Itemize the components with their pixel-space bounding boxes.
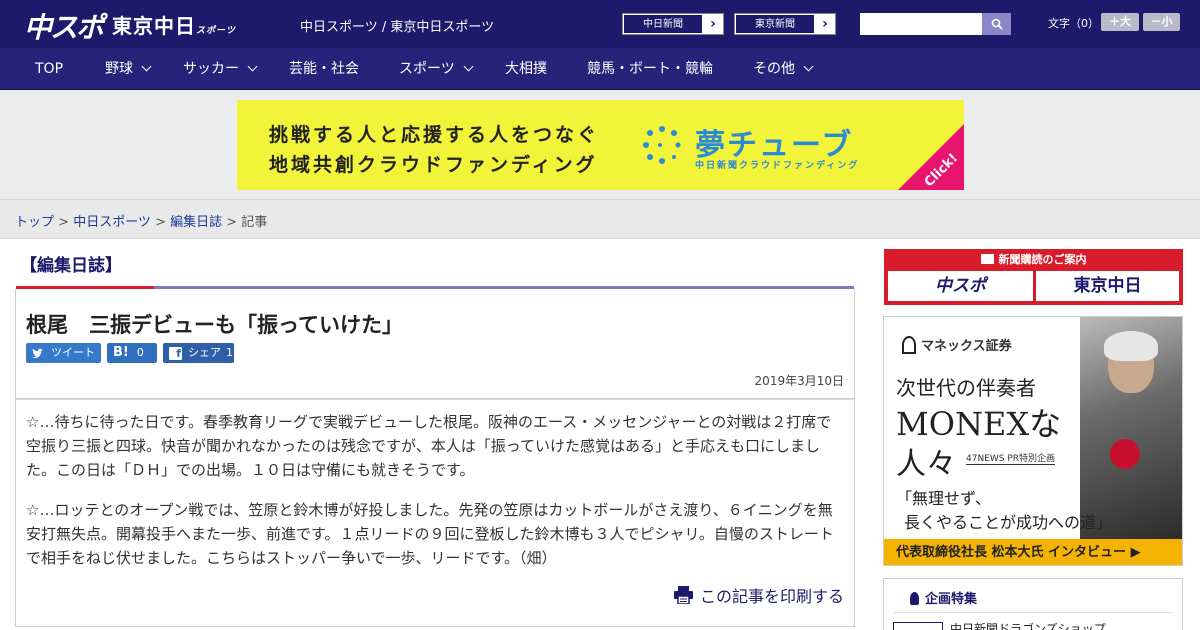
breadcrumb: トップ > 中日スポーツ > 編集日誌 > 記事: [15, 211, 267, 230]
facebook-share-button[interactable]: f シェア 1: [163, 343, 234, 363]
breadcrumb-sep: >: [54, 215, 74, 230]
banner-brand-sub: 中日新聞クラウドファンディング: [695, 161, 860, 171]
chevron-down-icon: [463, 61, 474, 72]
nav-item-label: 芸能・社会: [289, 61, 359, 77]
interview-photo: [1080, 317, 1182, 539]
subscribe-chuspo-logo[interactable]: 中スポ: [888, 271, 1033, 301]
ext-link-label: 東京新聞: [735, 14, 815, 34]
ad-pr-label: 47NEWS PR特別企画: [966, 451, 1056, 465]
breadcrumb-editorial-diary[interactable]: 編集日誌: [170, 215, 222, 230]
font-larger-button[interactable]: ＋大: [1101, 13, 1139, 31]
article-headline: 根尾 三振デビューも「振っていけた」: [26, 313, 403, 337]
facebook-count: 1: [226, 346, 233, 359]
section-title: 【編集日誌】: [20, 256, 122, 276]
chevron-right-icon: ›: [822, 16, 828, 32]
search-input[interactable]: [860, 13, 982, 35]
ad-brand-text: マネックス証券: [921, 339, 1012, 354]
nav-item-label: 競馬・ボート・競輪: [587, 61, 713, 77]
pin-icon: [910, 592, 919, 605]
nav-item-soccer[interactable]: サッカー: [183, 48, 258, 90]
logo-tokyo-small: スポーツ: [196, 26, 236, 36]
hatena-count: 0: [136, 346, 144, 359]
nav-item-label: TOP: [35, 61, 64, 77]
print-label: この記事を印刷する: [700, 587, 845, 606]
ad-footer: 代表取締役社長 松本大氏 インタビュー ▶: [884, 539, 1182, 565]
top-header: 中スポ 東京中日スポーツ 中日スポーツ / 東京中日スポーツ 中日新聞 › 東京…: [0, 0, 1200, 48]
print-article-link[interactable]: この記事を印刷する: [674, 583, 844, 607]
banner-line-2: 地域共創クラウドファンディング: [269, 154, 598, 176]
twitter-bird-icon: [32, 348, 43, 358]
nav-item-label: 大相撲: [505, 61, 547, 77]
nav-item-label: 野球: [105, 61, 133, 77]
font-smaller-button[interactable]: －小: [1143, 13, 1180, 31]
newspaper-icon: [980, 254, 994, 264]
nav-item-sumo[interactable]: 大相撲: [505, 48, 547, 90]
article-paragraph: ☆…待ちに待った日です。春季教育リーグで実戦デビューした根尾。阪神のエース・メッ…: [26, 413, 832, 479]
feature-thumbnail[interactable]: [893, 622, 943, 630]
feature-title: 企画特集: [910, 588, 977, 607]
crowdfunding-banner[interactable]: 挑戦する人と応援する人をつなぐ 地域共創クラウドファンディング 夢チューブ 中日…: [237, 100, 964, 190]
article-paragraph: ☆…ロッテとのオープン戦では、笠原と鈴木博が好投しました。先発の笠原はカットボー…: [26, 501, 834, 567]
feature-title-text: 企画特集: [925, 592, 978, 607]
feature-item-link[interactable]: 中日新聞ドラゴンズショップ: [950, 620, 1106, 630]
facebook-share-label: シェア: [188, 346, 221, 359]
tokyo-shimbun-link[interactable]: 東京新聞 ›: [734, 13, 836, 35]
nav-item-entertainment[interactable]: 芸能・社会: [289, 48, 359, 90]
hatena-bookmark-button[interactable]: B! 0: [107, 343, 157, 363]
article-date: 2019年3月10日: [754, 374, 844, 388]
search-icon: [991, 18, 1003, 30]
subscription-title: 新聞購読のご案内: [884, 251, 1183, 267]
font-size-label: 文字（0）: [1048, 17, 1099, 30]
nav-item-racing[interactable]: 競馬・ボート・競輪: [587, 48, 713, 90]
dots-logo-icon: [643, 126, 681, 164]
ad-headline-1: 次世代の伴奏者: [896, 376, 1036, 400]
divider: [893, 612, 1173, 613]
subscription-box[interactable]: 新聞購読のご案内 中スポ 東京中日: [884, 249, 1183, 305]
ext-link-label: 中日新聞: [623, 14, 703, 34]
banner-area: 挑戦する人と応援する人をつなぐ 地域共創クラウドファンディング 夢チューブ 中日…: [0, 90, 1200, 200]
ad-headline-3: 人々: [896, 447, 956, 482]
monex-logo-icon: [902, 336, 916, 354]
tweet-button[interactable]: ツイート: [26, 343, 101, 363]
ad-brand: マネックス証券: [902, 335, 1012, 354]
ad-quote-1: 「無理せず、: [896, 489, 991, 508]
breadcrumb-chunichi-sports[interactable]: 中日スポーツ: [73, 215, 151, 230]
facebook-icon: f: [169, 346, 182, 360]
nav-item-baseball[interactable]: 野球: [105, 48, 152, 90]
monex-ad[interactable]: マネックス証券 次世代の伴奏者 MONEXな 人々 47NEWS PR特別企画 …: [883, 316, 1183, 566]
chevron-down-icon: [247, 61, 258, 72]
nav-item-top[interactable]: TOP: [35, 48, 63, 90]
subscribe-tokyo-chunichi-logo[interactable]: 東京中日: [1036, 271, 1179, 301]
printer-icon: [674, 586, 693, 604]
chunichi-shimbun-link[interactable]: 中日新聞 ›: [622, 13, 724, 35]
site-logo-tokyo[interactable]: 東京中日スポーツ: [112, 10, 236, 39]
search-button[interactable]: [982, 13, 1011, 35]
nav-item-label: その他: [753, 61, 795, 77]
chevron-down-icon: [803, 61, 814, 72]
nav-item-other[interactable]: その他: [753, 48, 814, 90]
chevron-down-icon: [141, 61, 152, 72]
site-title-link[interactable]: 中日スポーツ / 東京中日スポーツ: [300, 16, 494, 35]
banner-line-1: 挑戦する人と応援する人をつなぐ: [269, 124, 600, 146]
photo-hair: [1104, 331, 1158, 361]
main-nav: TOP 野球 サッカー 芸能・社会 スポーツ 大相撲 競馬・ボート・競輪 その他: [0, 48, 1200, 90]
site-logo[interactable]: 中スポ: [24, 6, 104, 46]
tweet-label: ツイート: [51, 346, 95, 359]
ad-quote-2: 長くやることが成功への道」: [904, 513, 1113, 532]
hatena-b-icon: B!: [113, 345, 129, 360]
breadcrumb-current: 記事: [241, 215, 268, 230]
photo-flower: [1110, 439, 1140, 469]
breadcrumb-sep: >: [150, 215, 171, 230]
breadcrumb-top[interactable]: トップ: [15, 215, 54, 230]
nav-item-label: サッカー: [183, 61, 239, 77]
logo-tokyo-text: 東京中日: [112, 14, 196, 38]
nav-item-sports[interactable]: スポーツ: [399, 48, 474, 90]
chevron-right-icon: ›: [710, 16, 716, 32]
breadcrumb-sep: >: [222, 215, 242, 230]
subscription-title-text: 新聞購読のご案内: [998, 253, 1087, 266]
nav-item-label: スポーツ: [399, 61, 455, 77]
